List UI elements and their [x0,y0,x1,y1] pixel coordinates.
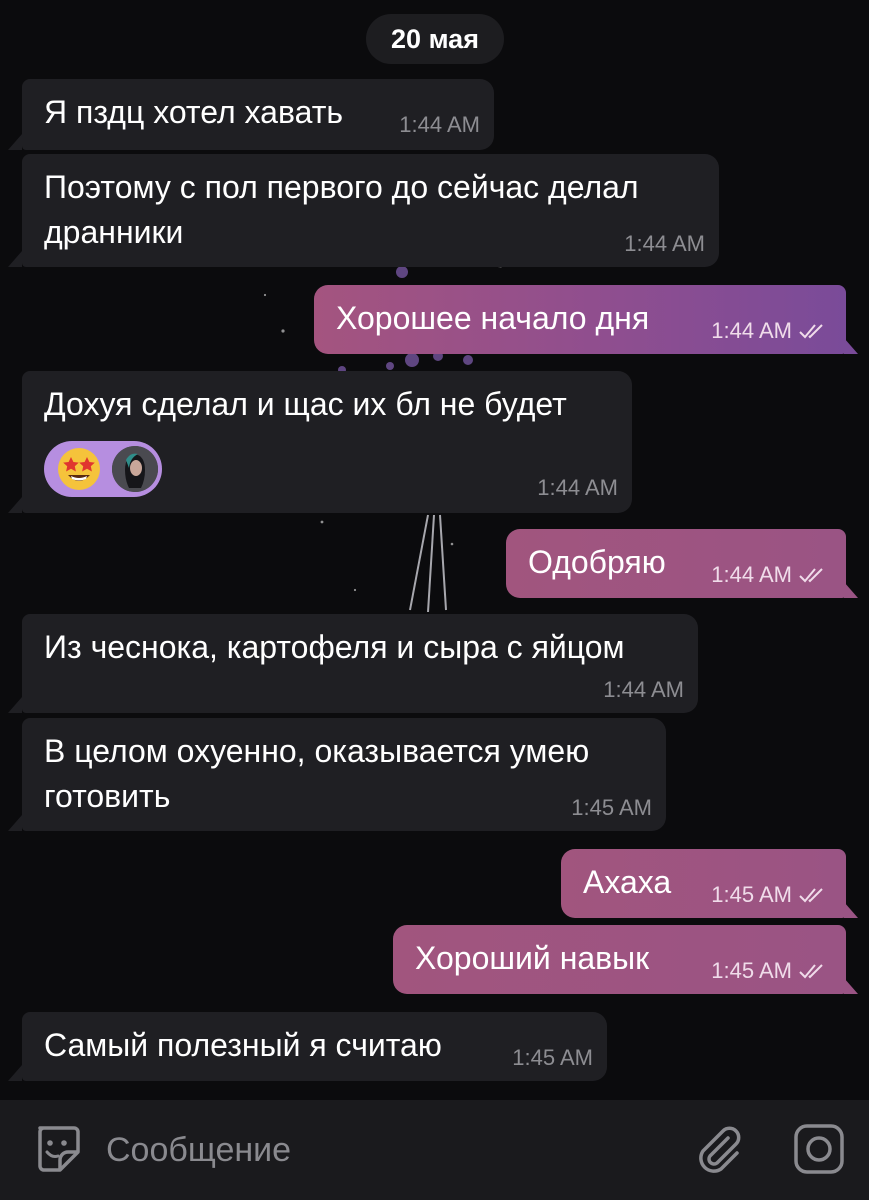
message-bubble-outgoing[interactable]: Ахаха 1:45 AM [561,849,846,918]
camera-icon[interactable] [792,1122,846,1176]
read-checkmarks-icon [799,324,823,339]
message-bubble-outgoing[interactable]: Одобряю 1:44 AM [506,529,846,598]
date-separator: 20 мая [366,14,504,64]
read-checkmarks-icon [799,568,823,583]
message-bubble-outgoing[interactable]: Хорошее начало дня 1:44 AM [314,285,846,354]
reactor-avatar [112,446,158,492]
reaction-pill[interactable] [44,441,162,497]
message-text: Самый полезный я считаю [44,1027,442,1063]
message-text: готовить [44,778,171,814]
message-bubble-incoming[interactable]: В целом охуенно, оказывается умею готови… [22,718,666,831]
message-text: Из чеснока, картофеля и сыра с яйцом [44,629,625,665]
message-time: 1:44 AM [537,475,618,500]
message-time: 1:44 AM [711,318,792,343]
star-struck-emoji-icon [58,448,100,490]
message-time: 1:44 AM [624,231,705,256]
message-time: 1:44 AM [399,112,480,137]
message-text: дранники [44,214,184,250]
message-time-status: 1:45 AM [711,958,826,984]
read-checkmarks-icon [799,888,823,903]
message-bubble-incoming[interactable]: Из чеснока, картофеля и сыра с яйцом 1:4… [22,614,698,713]
message-bubble-incoming[interactable]: Дохуя сделал и щас их бл не будет 1:44 A… [22,371,632,513]
message-composer [0,1100,869,1200]
message-time: 1:44 AM [603,677,684,702]
message-time-status: 1:44 AM [711,562,826,588]
message-time: 1:45 AM [571,795,652,820]
message-bubble-incoming[interactable]: Поэтому с пол первого до сейчас делал др… [22,154,719,267]
message-text: Поэтому с пол первого до сейчас делал [44,169,639,205]
message-input[interactable] [106,1126,546,1174]
chat-screen: 20 мая Я пздц хотел хавать 1:44 AM Поэто… [0,0,869,1200]
message-time: 1:45 AM [711,882,792,907]
message-bubble-outgoing[interactable]: Хороший навык 1:45 AM [393,925,846,994]
paperclip-icon[interactable] [692,1122,746,1176]
message-text: Дохуя сделал и щас их бл не будет [44,386,567,422]
message-bubble-incoming[interactable]: Самый полезный я считаю 1:45 AM [22,1012,607,1081]
message-time-status: 1:44 AM [711,318,826,344]
message-time: 1:45 AM [711,958,792,983]
read-checkmarks-icon [799,964,823,979]
message-bubble-incoming[interactable]: Я пздц хотел хавать 1:44 AM [22,79,494,150]
message-time: 1:45 AM [512,1045,593,1070]
message-time-status: 1:45 AM [711,882,826,908]
sticker-icon[interactable] [30,1122,84,1176]
message-time: 1:44 AM [711,562,792,587]
message-text: В целом охуенно, оказывается умею [44,733,590,769]
